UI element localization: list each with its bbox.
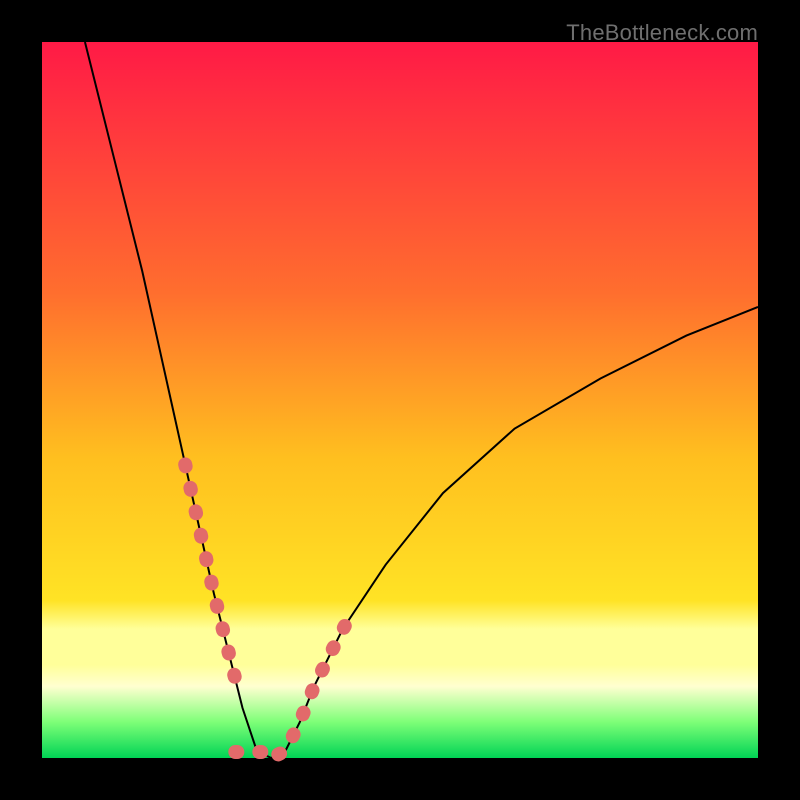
plot-area [42,42,758,758]
curve-left-arm [85,42,271,758]
curve-right-arm [271,307,758,758]
chart-frame: TheBottleneck.com [0,0,800,800]
curve-svg [42,42,758,758]
watermark-text: TheBottleneck.com [566,20,758,46]
highlight-dots-right [278,618,350,754]
